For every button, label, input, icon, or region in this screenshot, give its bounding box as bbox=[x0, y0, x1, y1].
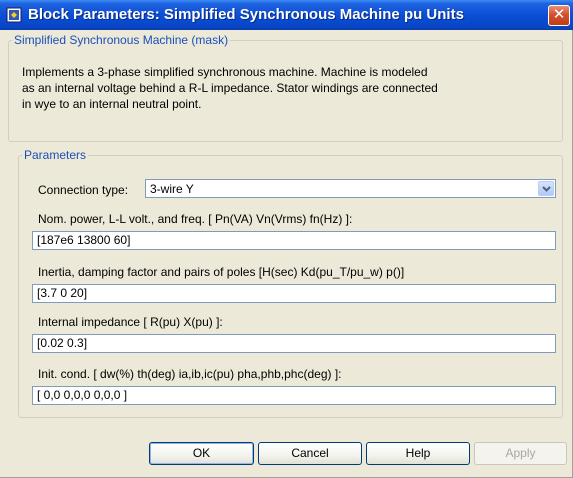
cancel-button[interactable]: Cancel bbox=[258, 442, 362, 465]
title-bar[interactable]: Block Parameters: Simplified Synchronous… bbox=[0, 0, 573, 30]
simulink-block-icon bbox=[6, 7, 22, 23]
parameters-legend: Parameters bbox=[24, 148, 87, 162]
mask-description: Implements a 3-phase simplified synchron… bbox=[22, 64, 552, 112]
description-line: in wye to an internal neutral point. bbox=[22, 97, 202, 111]
description-line: Implements a 3-phase simplified synchron… bbox=[22, 65, 428, 79]
window-title: Block Parameters: Simplified Synchronous… bbox=[28, 6, 464, 23]
initial-conditions-input[interactable]: [ 0,0 0,0,0 0,0,0 ] bbox=[32, 386, 556, 405]
dropdown-button[interactable] bbox=[538, 181, 554, 196]
nominal-params-label: Nom. power, L-L volt., and freq. [ Pn(VA… bbox=[38, 212, 353, 226]
inertia-input[interactable]: [3.7 0 20] bbox=[32, 284, 556, 303]
inertia-label: Inertia, damping factor and pairs of pol… bbox=[38, 265, 405, 279]
internal-impedance-input[interactable]: [0.02 0.3] bbox=[32, 334, 556, 353]
description-line: as an internal voltage behind a R-L impe… bbox=[22, 81, 438, 95]
mask-description-group: Simplified Synchronous Machine (mask) Im… bbox=[8, 33, 563, 142]
connection-type-label: Connection type: bbox=[38, 183, 129, 197]
block-parameters-dialog: Block Parameters: Simplified Synchronous… bbox=[0, 0, 573, 478]
chevron-down-icon bbox=[542, 186, 551, 192]
close-icon: ✕ bbox=[552, 6, 566, 23]
help-button[interactable]: Help bbox=[366, 442, 470, 465]
initial-conditions-label: Init. cond. [ dw(%) th(deg) ia,ib,ic(pu)… bbox=[38, 367, 342, 381]
mask-legend: Simplified Synchronous Machine (mask) bbox=[14, 33, 229, 47]
close-button[interactable]: ✕ bbox=[548, 5, 570, 26]
apply-button[interactable]: Apply bbox=[474, 442, 567, 465]
connection-type-value: 3-wire Y bbox=[150, 182, 194, 196]
ok-button[interactable]: OK bbox=[149, 442, 254, 465]
internal-impedance-label: Internal impedance [ R(pu) X(pu) ]: bbox=[38, 315, 223, 329]
nominal-params-input[interactable]: [187e6 13800 60] bbox=[32, 231, 556, 250]
connection-type-select[interactable]: 3-wire Y bbox=[145, 179, 556, 198]
